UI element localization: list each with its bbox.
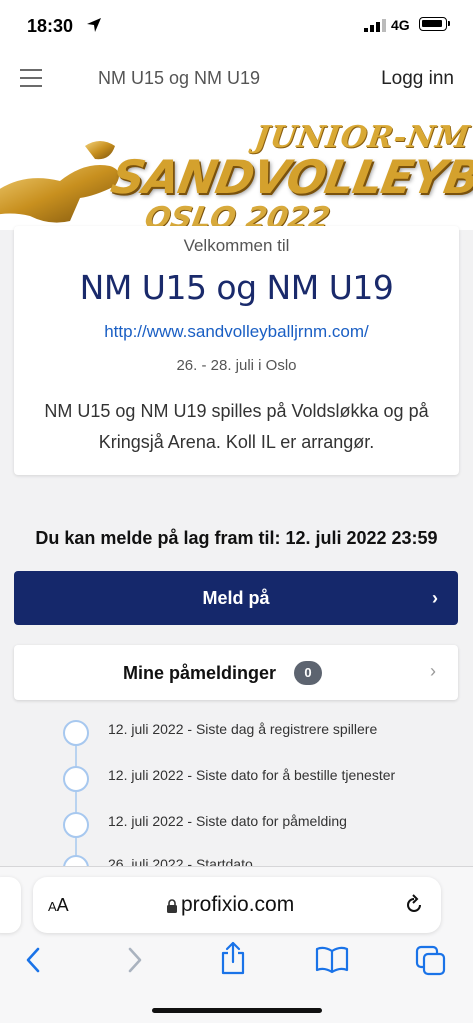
volleyball-player-silhouette	[0, 141, 119, 223]
status-time: 18:30	[27, 16, 74, 36]
cellular-signal-icon	[364, 19, 386, 32]
reader-text-size-button[interactable]: AA	[48, 895, 69, 916]
status-bar: 18:30 4G	[0, 0, 473, 50]
network-type: 4G	[391, 17, 410, 33]
timeline-text: 12. juli 2022 - Siste dag å registrere s…	[108, 721, 378, 737]
aa-large: A	[56, 895, 69, 915]
battery-icon	[419, 17, 450, 31]
my-registrations-button[interactable]: Mine påmeldinger 0 ›	[14, 645, 458, 700]
chevron-right-icon: ›	[432, 588, 438, 608]
welcome-greeting: Velkommen til	[183, 236, 290, 255]
timeline-item: 12. juli 2022 - Siste dato for å bestill…	[0, 763, 473, 809]
event-banner: JUNIOR-NM SANDVOLLEYBALL OSLO 2022	[0, 106, 473, 230]
timeline-dot	[63, 812, 89, 838]
bookmarks-icon[interactable]	[314, 946, 350, 974]
event-description: NM U15 og NM U19 spilles på Voldsløkka o…	[44, 401, 429, 452]
chevron-right-icon: ›	[430, 661, 436, 681]
timeline-text: 12. juli 2022 - Siste dato for å bestill…	[108, 767, 396, 783]
previous-tab-preview[interactable]	[0, 877, 21, 933]
home-indicator	[152, 1008, 322, 1013]
event-dates: 26. - 28. juli i Oslo	[176, 357, 297, 374]
timeline-item: 12. juli 2022 - Siste dato for påmelding	[0, 809, 473, 855]
event-website-link[interactable]: http://www.sandvolleyballjrnm.com/	[14, 322, 459, 342]
timeline-dot	[63, 766, 89, 792]
aa-small: A	[48, 899, 57, 914]
timeline-item: 12. juli 2022 - Siste dag å registrere s…	[0, 717, 473, 763]
nav-header: NM U15 og NM U19 Logg inn	[0, 50, 473, 106]
back-icon[interactable]	[22, 945, 44, 975]
my-registrations-label: Mine påmeldinger	[123, 663, 277, 683]
welcome-card: Velkommen til NM U15 og NM U19 http://ww…	[14, 226, 459, 475]
hamburger-menu-icon[interactable]	[20, 69, 42, 87]
register-button[interactable]: Meld på ›	[14, 571, 458, 625]
browser-toolbar: AA profixio.com	[0, 866, 473, 1023]
forward-icon[interactable]	[124, 945, 146, 975]
share-icon[interactable]	[218, 941, 248, 975]
register-button-label: Meld på	[202, 588, 270, 608]
timeline-dot	[63, 720, 89, 746]
login-link[interactable]: Logg inn	[381, 68, 454, 90]
registration-deadline: Du kan melde på lag fram til: 12. juli 2…	[35, 528, 438, 548]
reload-icon[interactable]	[403, 894, 425, 916]
page-title: NM U15 og NM U19	[98, 68, 261, 88]
timeline-text: 12. juli 2022 - Siste dato for påmelding	[108, 813, 347, 829]
banner-main-text: SANDVOLLEYBALL	[107, 150, 473, 204]
tabs-icon[interactable]	[415, 945, 447, 977]
event-title: NM U15 og NM U19	[79, 268, 394, 307]
url-text: profixio.com	[181, 893, 295, 916]
address-bar[interactable]: AA profixio.com	[33, 877, 441, 933]
location-arrow-icon	[87, 18, 101, 32]
lock-icon	[167, 899, 177, 913]
registrations-count-badge: 0	[294, 661, 322, 685]
